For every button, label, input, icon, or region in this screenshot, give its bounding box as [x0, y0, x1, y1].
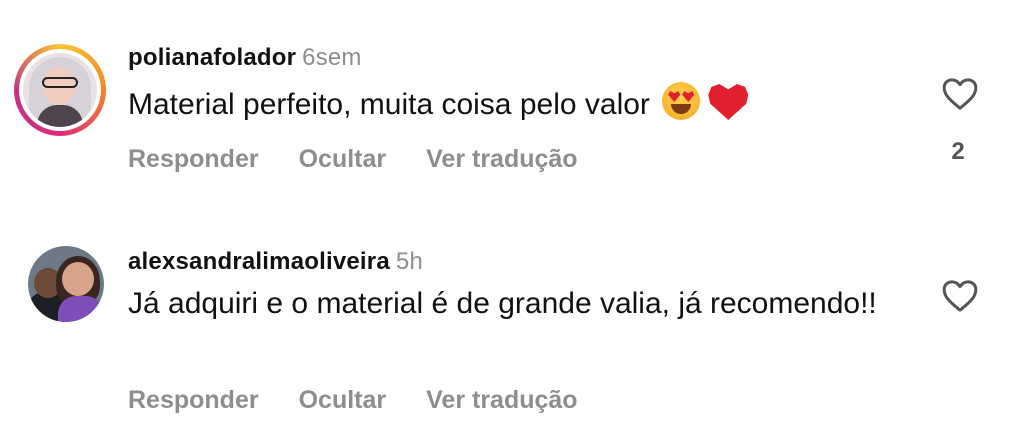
translate-button[interactable]: Ver tradução [426, 145, 577, 174]
heart-outline-icon[interactable] [940, 276, 980, 316]
heart-eyes-emoji-icon [662, 82, 701, 120]
comment-actions: Responder Ocultar Ver tradução [128, 145, 578, 174]
like-count: 2 [951, 138, 965, 165]
heart-outline-icon[interactable] [940, 74, 980, 114]
comment-item: polianafolador 6sem Material perfeito, mu… [0, 0, 1024, 200]
avatar[interactable] [28, 246, 104, 322]
avatar-story-ring[interactable] [14, 44, 106, 136]
comment-text: Material perfeito, muita coisa pelo valo… [128, 82, 888, 127]
comment-timestamp: 6sem [302, 44, 362, 71]
comment-header: alexsandralimaoliveira 5h [128, 248, 423, 276]
username-link[interactable]: polianafolador [128, 44, 296, 71]
translate-button[interactable]: Ver tradução [426, 386, 577, 415]
red-heart-emoji-icon [708, 84, 749, 120]
reply-button[interactable]: Responder [128, 386, 259, 415]
comment-actions: Responder Ocultar Ver tradução [128, 386, 578, 415]
comment-item: alexsandralimaoliveira 5h Já adquiri e o … [0, 226, 1024, 436]
avatar[interactable] [23, 53, 97, 127]
hide-button[interactable]: Ocultar [299, 386, 387, 415]
hide-button[interactable]: Ocultar [299, 145, 387, 174]
reply-button[interactable]: Responder [128, 145, 259, 174]
comment-text-content: Material perfeito, muita coisa pelo valo… [128, 88, 650, 121]
comment-text: Já adquiri e o material é de grande vali… [128, 287, 877, 320]
username-link[interactable]: alexsandralimaoliveira [128, 248, 390, 275]
comment-timestamp: 5h [395, 248, 423, 275]
comment-header: polianafolador 6sem [128, 44, 362, 72]
